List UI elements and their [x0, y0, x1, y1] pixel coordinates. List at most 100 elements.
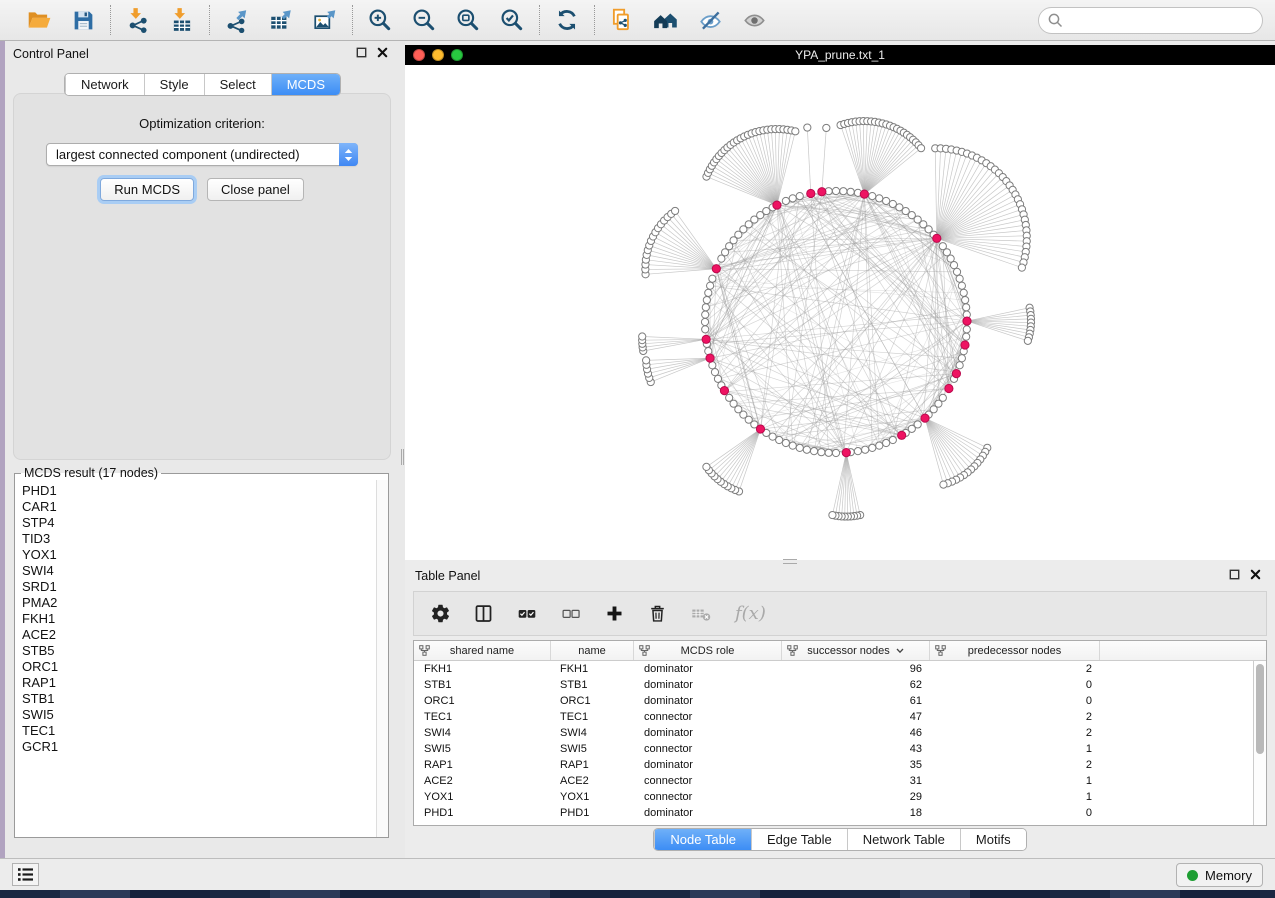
select-all-icon: [516, 603, 538, 624]
mcds-result-item[interactable]: FKH1: [22, 611, 376, 627]
column-header[interactable]: shared name: [414, 641, 551, 660]
mcds-result-item[interactable]: ACE2: [22, 627, 376, 643]
select-all-button[interactable]: [516, 603, 538, 624]
mcds-result-list[interactable]: PHD1CAR1STP4TID3YOX1SWI4SRD1PMA2FKH1ACE2…: [15, 480, 376, 837]
optimization-criterion-select[interactable]: largest connected component (undirected): [46, 143, 358, 166]
mcds-result-item[interactable]: SRD1: [22, 579, 376, 595]
toggle-hide-button[interactable]: [696, 6, 724, 34]
table-settings-button[interactable]: [430, 603, 451, 624]
zoom-selected-icon: [499, 7, 525, 33]
column-header[interactable]: name: [551, 641, 634, 660]
table-row[interactable]: SWI4 SWI4 dominator 46 2: [414, 725, 1253, 741]
close-window-button[interactable]: [413, 49, 425, 61]
maximize-window-button[interactable]: [451, 49, 463, 61]
column-header[interactable]: predecessor nodes: [930, 641, 1100, 660]
mcds-result-item[interactable]: PMA2: [22, 595, 376, 611]
show-all-button[interactable]: [740, 6, 768, 34]
save-session-button[interactable]: [69, 6, 97, 34]
mcds-result-item[interactable]: SWI5: [22, 707, 376, 723]
table-panel-tabs: Node TableEdge TableNetwork TableMotifs: [653, 828, 1026, 851]
search-input[interactable]: [1038, 7, 1263, 34]
column-type-icon: [639, 645, 650, 659]
table-panel-tab[interactable]: Network Table: [847, 829, 960, 850]
table-row[interactable]: SWI5 SWI5 connector 43 1: [414, 741, 1253, 757]
float-panel-icon[interactable]: [1229, 567, 1240, 585]
control-panel-tab[interactable]: Select: [204, 74, 271, 95]
mcds-result-item[interactable]: YOX1: [22, 547, 376, 563]
zoom-selected-button[interactable]: [498, 6, 526, 34]
table-row[interactable]: YOX1 YOX1 connector 29 1: [414, 789, 1253, 805]
refresh-button[interactable]: [553, 6, 581, 34]
show-panel-list-button[interactable]: [12, 863, 39, 886]
column-menu-chevron-icon[interactable]: [896, 648, 904, 654]
zoom-fit-button[interactable]: [454, 6, 482, 34]
table-row[interactable]: ACE2 ACE2 connector 31 1: [414, 773, 1253, 789]
export-image-button[interactable]: [311, 6, 339, 34]
table-row[interactable]: FKH1 FKH1 dominator 96 2: [414, 661, 1253, 677]
add-column-button[interactable]: [604, 603, 625, 624]
mcds-result-item[interactable]: TID3: [22, 531, 376, 547]
table-row[interactable]: ORC1 ORC1 dominator 61 0: [414, 693, 1253, 709]
control-panel-tab[interactable]: Style: [144, 74, 204, 95]
mcds-result-item[interactable]: TEC1: [22, 723, 376, 739]
control-panel-tab[interactable]: Network: [65, 74, 144, 95]
cell-shared-name: FKH1: [414, 663, 551, 675]
node-table: shared name name MCDS role: [413, 640, 1267, 826]
save-icon: [71, 8, 96, 33]
control-panel-tab[interactable]: MCDS: [271, 74, 340, 95]
cell-successor-nodes: 47: [782, 711, 930, 723]
table-row[interactable]: STB1 STB1 dominator 62 0: [414, 677, 1253, 693]
table-scrollbar[interactable]: [1253, 661, 1266, 825]
home-button[interactable]: [652, 6, 680, 34]
table-panel-tab[interactable]: Motifs: [960, 829, 1026, 850]
splitter-handle[interactable]: [401, 449, 404, 465]
import-table-icon: [169, 7, 195, 33]
memory-label: Memory: [1205, 868, 1252, 883]
mcds-result-item[interactable]: STB1: [22, 691, 376, 707]
memory-status-dot: [1187, 870, 1198, 881]
table-row[interactable]: RAP1 RAP1 dominator 35 2: [414, 757, 1253, 773]
column-header[interactable]: MCDS role: [634, 641, 782, 660]
mcds-result-item[interactable]: STB5: [22, 643, 376, 659]
close-panel-button[interactable]: Close panel: [207, 178, 304, 201]
mcds-result-item[interactable]: RAP1: [22, 675, 376, 691]
table-panel-tab[interactable]: Node Table: [654, 829, 751, 850]
table-row[interactable]: PHD1 PHD1 dominator 18 0: [414, 805, 1253, 821]
deselect-all-button[interactable]: [560, 603, 582, 624]
table-panel-tab[interactable]: Edge Table: [751, 829, 847, 850]
delete-table-icon: [690, 603, 713, 624]
import-table-button[interactable]: [168, 6, 196, 34]
column-header[interactable]: successor nodes: [782, 641, 930, 660]
table-scrollbar-thumb[interactable]: [1256, 664, 1264, 754]
network-canvas[interactable]: [405, 65, 1275, 560]
zoom-in-button[interactable]: [366, 6, 394, 34]
mcds-result-item[interactable]: ORC1: [22, 659, 376, 675]
run-mcds-button[interactable]: Run MCDS: [100, 178, 194, 201]
close-panel-icon[interactable]: [377, 45, 388, 63]
share-document-button[interactable]: [608, 6, 636, 34]
network-canvas-svg: [405, 65, 1275, 560]
export-table-button[interactable]: [267, 6, 295, 34]
close-panel-icon[interactable]: [1250, 567, 1261, 585]
mcds-list-scrollbar[interactable]: [376, 480, 388, 837]
minimize-window-button[interactable]: [432, 49, 444, 61]
zoom-out-button[interactable]: [410, 6, 438, 34]
horizontal-splitter-handle[interactable]: [783, 559, 797, 564]
mcds-result-item[interactable]: GCR1: [22, 739, 376, 755]
cell-mcds-role: dominator: [634, 663, 782, 675]
delete-column-button[interactable]: [647, 603, 668, 624]
export-network-button[interactable]: [223, 6, 251, 34]
table-panel-header: Table Panel: [405, 563, 1275, 589]
mcds-result-item[interactable]: PHD1: [22, 483, 376, 499]
import-network-button[interactable]: [124, 6, 152, 34]
table-row[interactable]: TEC1 TEC1 connector 47 2: [414, 709, 1253, 725]
show-columns-button[interactable]: [473, 603, 494, 624]
mcds-result-item[interactable]: STP4: [22, 515, 376, 531]
mcds-result-item[interactable]: CAR1: [22, 499, 376, 515]
column-header-label: shared name: [450, 645, 514, 657]
memory-button[interactable]: Memory: [1176, 863, 1263, 887]
mcds-result-item[interactable]: SWI4: [22, 563, 376, 579]
open-file-button[interactable]: [25, 6, 53, 34]
column-header-label: name: [578, 645, 606, 657]
float-panel-icon[interactable]: [356, 45, 367, 63]
